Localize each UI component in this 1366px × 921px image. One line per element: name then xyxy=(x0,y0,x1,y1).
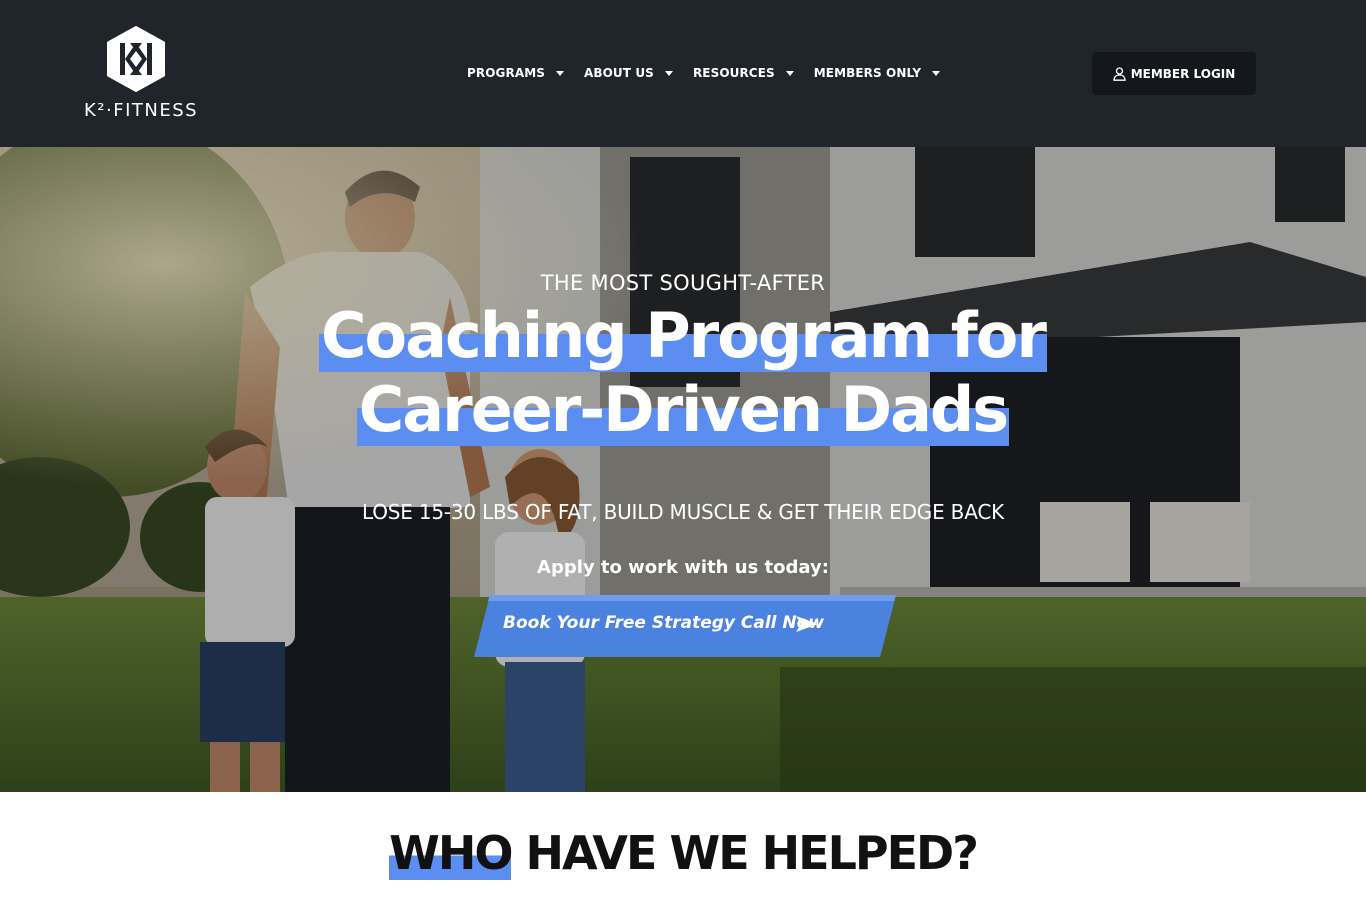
brand-name: K²·FITNESS xyxy=(84,100,199,121)
nav-item-programs[interactable]: PROGRAMS xyxy=(467,62,564,84)
nav-item-label: MEMBERS ONLY xyxy=(813,66,922,80)
book-strategy-call-button[interactable]: Book Your Free Strategy Call Now xyxy=(474,593,902,658)
nav-item-members-only[interactable]: MEMBERS ONLY xyxy=(813,62,941,84)
nav-item-label: RESOURCES xyxy=(692,66,775,80)
arrow-right-icon xyxy=(796,616,818,632)
hero-content: THE MOST SOUGHT-AFTER Coaching Program f… xyxy=(0,147,1366,792)
hero-subheadline: LOSE 15-30 LBS OF FAT, BUILD MUSCLE & GE… xyxy=(361,500,1005,524)
nav-item-label: PROGRAMS xyxy=(467,66,545,80)
main-nav: PROGRAMS ABOUT US RESOURCES MEMBERS ONLY xyxy=(467,62,941,84)
headline-line-1: Coaching Program for xyxy=(319,299,1047,372)
chevron-down-icon xyxy=(556,70,564,76)
chevron-down-icon xyxy=(664,70,673,76)
hero-section: THE MOST SOUGHT-AFTER Coaching Program f… xyxy=(0,147,1366,792)
logo-hexagon-icon xyxy=(107,26,165,92)
apply-prompt: Apply to work with us today: xyxy=(537,557,829,578)
hero-eyebrow: THE MOST SOUGHT-AFTER xyxy=(540,271,826,295)
heading-highlight: WHO xyxy=(389,826,513,880)
nav-item-about-us[interactable]: ABOUT US xyxy=(584,62,673,84)
hero-headline: Coaching Program for Career-Driven Dads xyxy=(0,299,1366,447)
brand-logo[interactable]: K²·FITNESS xyxy=(84,26,199,126)
chevron-down-icon xyxy=(932,70,941,76)
cta-label: Book Your Free Strategy Call Now xyxy=(503,613,825,633)
who-have-we-helped-heading: WHO HAVE WE HELPED? xyxy=(0,826,1366,880)
member-login-button[interactable]: MEMBER LOGIN xyxy=(1092,52,1256,95)
nav-item-resources[interactable]: RESOURCES xyxy=(693,62,794,84)
headline-line-2: Career-Driven Dads xyxy=(356,373,1009,446)
heading-rest: HAVE WE HELPED? xyxy=(511,826,978,880)
member-login-label: MEMBER LOGIN xyxy=(1130,66,1236,81)
nav-item-label: ABOUT US xyxy=(584,66,654,80)
user-icon xyxy=(1113,66,1126,81)
chevron-down-icon xyxy=(785,70,794,76)
site-header: K²·FITNESS PROGRAMS ABOUT US RESOURCES M… xyxy=(0,0,1366,147)
